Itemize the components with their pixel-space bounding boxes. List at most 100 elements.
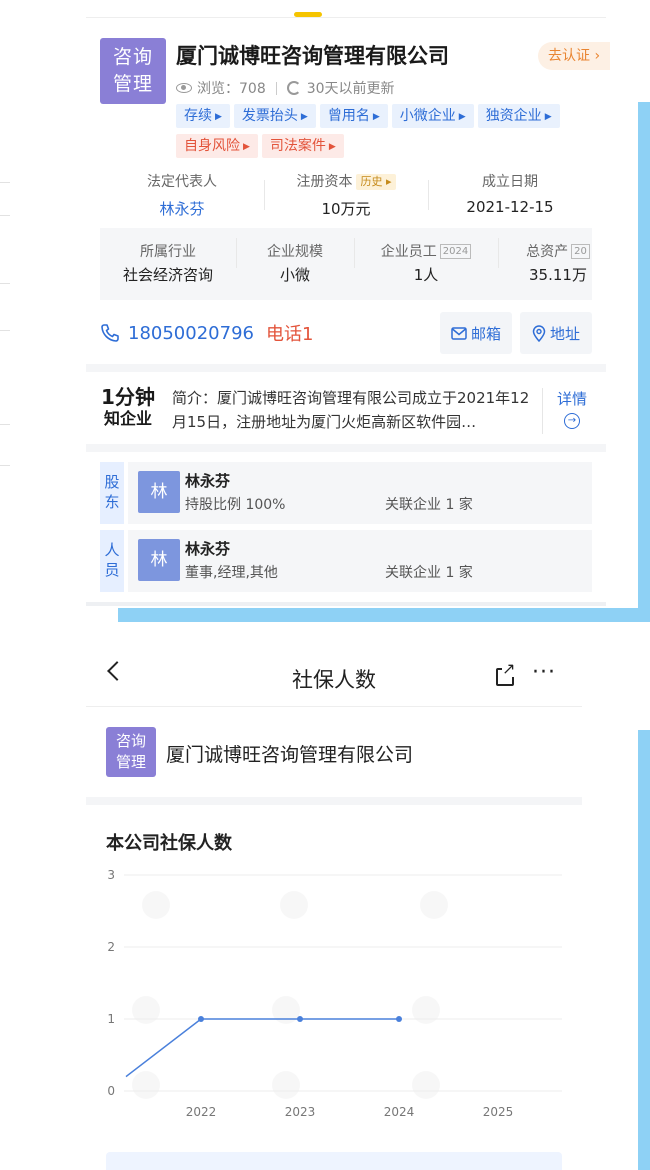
social-security-chart: 0 1 2 3 2022 2023 2024 2025 (107, 868, 562, 1119)
more-phones-link[interactable]: 电话1 (266, 320, 313, 346)
phone-number[interactable]: 18050020796 (128, 323, 254, 344)
divider (86, 706, 582, 707)
address-label: 地址 (549, 324, 580, 343)
company-name[interactable]: 厦门诚博旺咨询管理有限公司 (166, 740, 413, 767)
tag-small-business[interactable]: 小微企业 ▶ (391, 104, 474, 128)
tag-status[interactable]: 存续 ▶ (176, 104, 230, 128)
mail-icon (451, 326, 467, 340)
year-badge: 2024 (439, 244, 472, 259)
shareholders-label: 股东 (100, 462, 124, 524)
details-link[interactable]: 详情 → (552, 388, 592, 429)
capital-value: 10万元 (321, 200, 371, 218)
scale-value: 小微 (279, 266, 310, 284)
divider (86, 602, 606, 606)
related-companies[interactable]: 关联企业 1 家 (385, 494, 473, 514)
founded-cell: 成立日期 2021-12-15 (428, 170, 592, 226)
logo-text: 管理 (112, 73, 153, 95)
section-divider (86, 444, 606, 452)
info-label: 所属行业 (140, 244, 196, 260)
share-ratio: 持股比例 100% (185, 497, 286, 513)
shareholder-row[interactable]: 林 林永芬 持股比例 100% 关联企业 1 家 (128, 462, 592, 524)
staff-label: 人员 (100, 530, 124, 592)
frame-border (638, 730, 650, 1170)
x-tick-label: 2023 (285, 1105, 316, 1119)
company-name: 厦门诚博旺咨询管理有限公司 (176, 44, 449, 68)
frame-border (118, 608, 650, 622)
tag-list: 存续 ▶ 发票抬头 ▶ 曾用名 ▶ 小微企业 ▶ 独资企业 ▶ (176, 104, 560, 128)
intro-text: 简介：厦门诚博旺咨询管理有限公司成立于2021年12月15日，注册地址为厦门火炬… (172, 389, 530, 431)
address-button[interactable]: 地址 (520, 312, 592, 354)
person-name[interactable]: 林永芬 (185, 470, 230, 491)
info-label: 法定代表人 (147, 174, 217, 190)
background-artifact (0, 283, 10, 284)
arrow-right-icon: → (564, 413, 580, 429)
tag-legal-cases[interactable]: 司法案件 ▶ (261, 134, 344, 158)
scale-cell: 企业规模 小微 (236, 228, 354, 300)
logo-text: 管理 (115, 753, 146, 771)
data-point[interactable] (297, 1016, 303, 1022)
divider (542, 388, 543, 434)
y-tick-label: 3 (107, 868, 115, 882)
refresh-icon (286, 81, 301, 95)
avatar: 林 (138, 539, 180, 581)
staff-value: 1人 (413, 266, 439, 284)
phone-icon (101, 324, 119, 342)
tag-sole-proprietorship[interactable]: 独资企业 ▶ (477, 104, 560, 128)
extra-info-grid[interactable]: 所属行业 社会经济咨询 企业规模 小微 企业员工 2024 1人 总资产 20 35… (100, 228, 592, 300)
data-point[interactable] (198, 1016, 204, 1022)
history-badge[interactable]: 历史 ▸ (356, 174, 396, 190)
tag-self-risk[interactable]: 自身风险 ▶ (176, 134, 258, 158)
watermark (132, 891, 448, 1099)
founded-value: 2021-12-15 (466, 198, 554, 216)
info-label: 企业规模 (267, 244, 323, 260)
capital-cell: 注册资本 历史 ▸ 10万元 (264, 170, 428, 226)
logo-text: 1分钟 (101, 385, 155, 409)
share-icon[interactable] (496, 661, 516, 686)
tag-invoice[interactable]: 发票抬头 ▶ (233, 104, 316, 128)
year-badge: 20 (571, 244, 590, 259)
industry-cell: 所属行业 社会经济咨询 (100, 228, 236, 300)
shareholders-section: 股东 林 林永芬 持股比例 100% 关联企业 1 家 (100, 462, 592, 524)
info-label: 成立日期 (482, 174, 538, 190)
email-button[interactable]: 邮箱 (440, 312, 512, 354)
more-icon[interactable]: ··· (532, 660, 556, 685)
legal-rep-cell: 法定代表人 林永芬 (100, 170, 264, 226)
location-pin-icon (532, 324, 546, 342)
info-label: 企业员工 2024 (354, 240, 498, 264)
tag-former-name[interactable]: 曾用名 ▶ (319, 104, 388, 128)
person-name[interactable]: 林永芬 (185, 538, 230, 559)
logo-text: 咨询 (112, 46, 153, 68)
company-intro[interactable]: 1分钟 知企业 简介：厦门诚博旺咨询管理有限公司成立于2021年12月15日，注… (100, 382, 592, 442)
series-line (125, 1018, 399, 1078)
update-status: 30天以前更新 (306, 81, 395, 97)
related-companies[interactable]: 关联企业 1 家 (385, 562, 473, 582)
divider (275, 81, 277, 95)
assets-value: 35.11万 (529, 266, 587, 284)
one-minute-logo: 1分钟 知企业 (100, 386, 156, 430)
data-point[interactable] (396, 1016, 402, 1022)
risk-tag-list: 自身风险 ▶ 司法案件 ▶ (176, 134, 344, 158)
background-artifact (0, 330, 10, 331)
details-label: 详情 (556, 390, 587, 408)
staff-section: 人员 林 林永芬 董事,经理,其他 关联企业 1 家 (100, 530, 592, 592)
basic-info-grid: 法定代表人 林永芬 注册资本 历史 ▸ 10万元 成立日期 2021-12-15 (100, 170, 592, 226)
info-box (106, 1152, 562, 1170)
nav-bar: 社保人数 ··· (86, 652, 582, 706)
verify-button[interactable]: 去认证 › (538, 42, 610, 70)
position: 董事,经理,其他 (185, 565, 278, 581)
contact-row: 18050020796 电话1 邮箱 地址 (100, 312, 592, 354)
section-divider (86, 797, 582, 805)
divider (86, 17, 606, 18)
y-tick-label: 1 (107, 1012, 115, 1026)
logo-text: 咨询 (115, 732, 146, 750)
chart-title: 本公司社保人数 (106, 833, 232, 854)
staff-row[interactable]: 林 林永芬 董事,经理,其他 关联企业 1 家 (128, 530, 592, 592)
eye-icon (176, 83, 192, 93)
company-logo: 咨询 管理 (100, 38, 166, 104)
meta-row: 浏览：708 30天以前更新 (176, 78, 395, 98)
legal-rep-link[interactable]: 林永芬 (100, 198, 264, 219)
info-label: 注册资本 历史 ▸ (264, 170, 428, 194)
y-tick-label: 2 (107, 940, 115, 954)
company-logo: 咨询 管理 (106, 727, 156, 777)
logo-text: 知企业 (103, 409, 152, 428)
